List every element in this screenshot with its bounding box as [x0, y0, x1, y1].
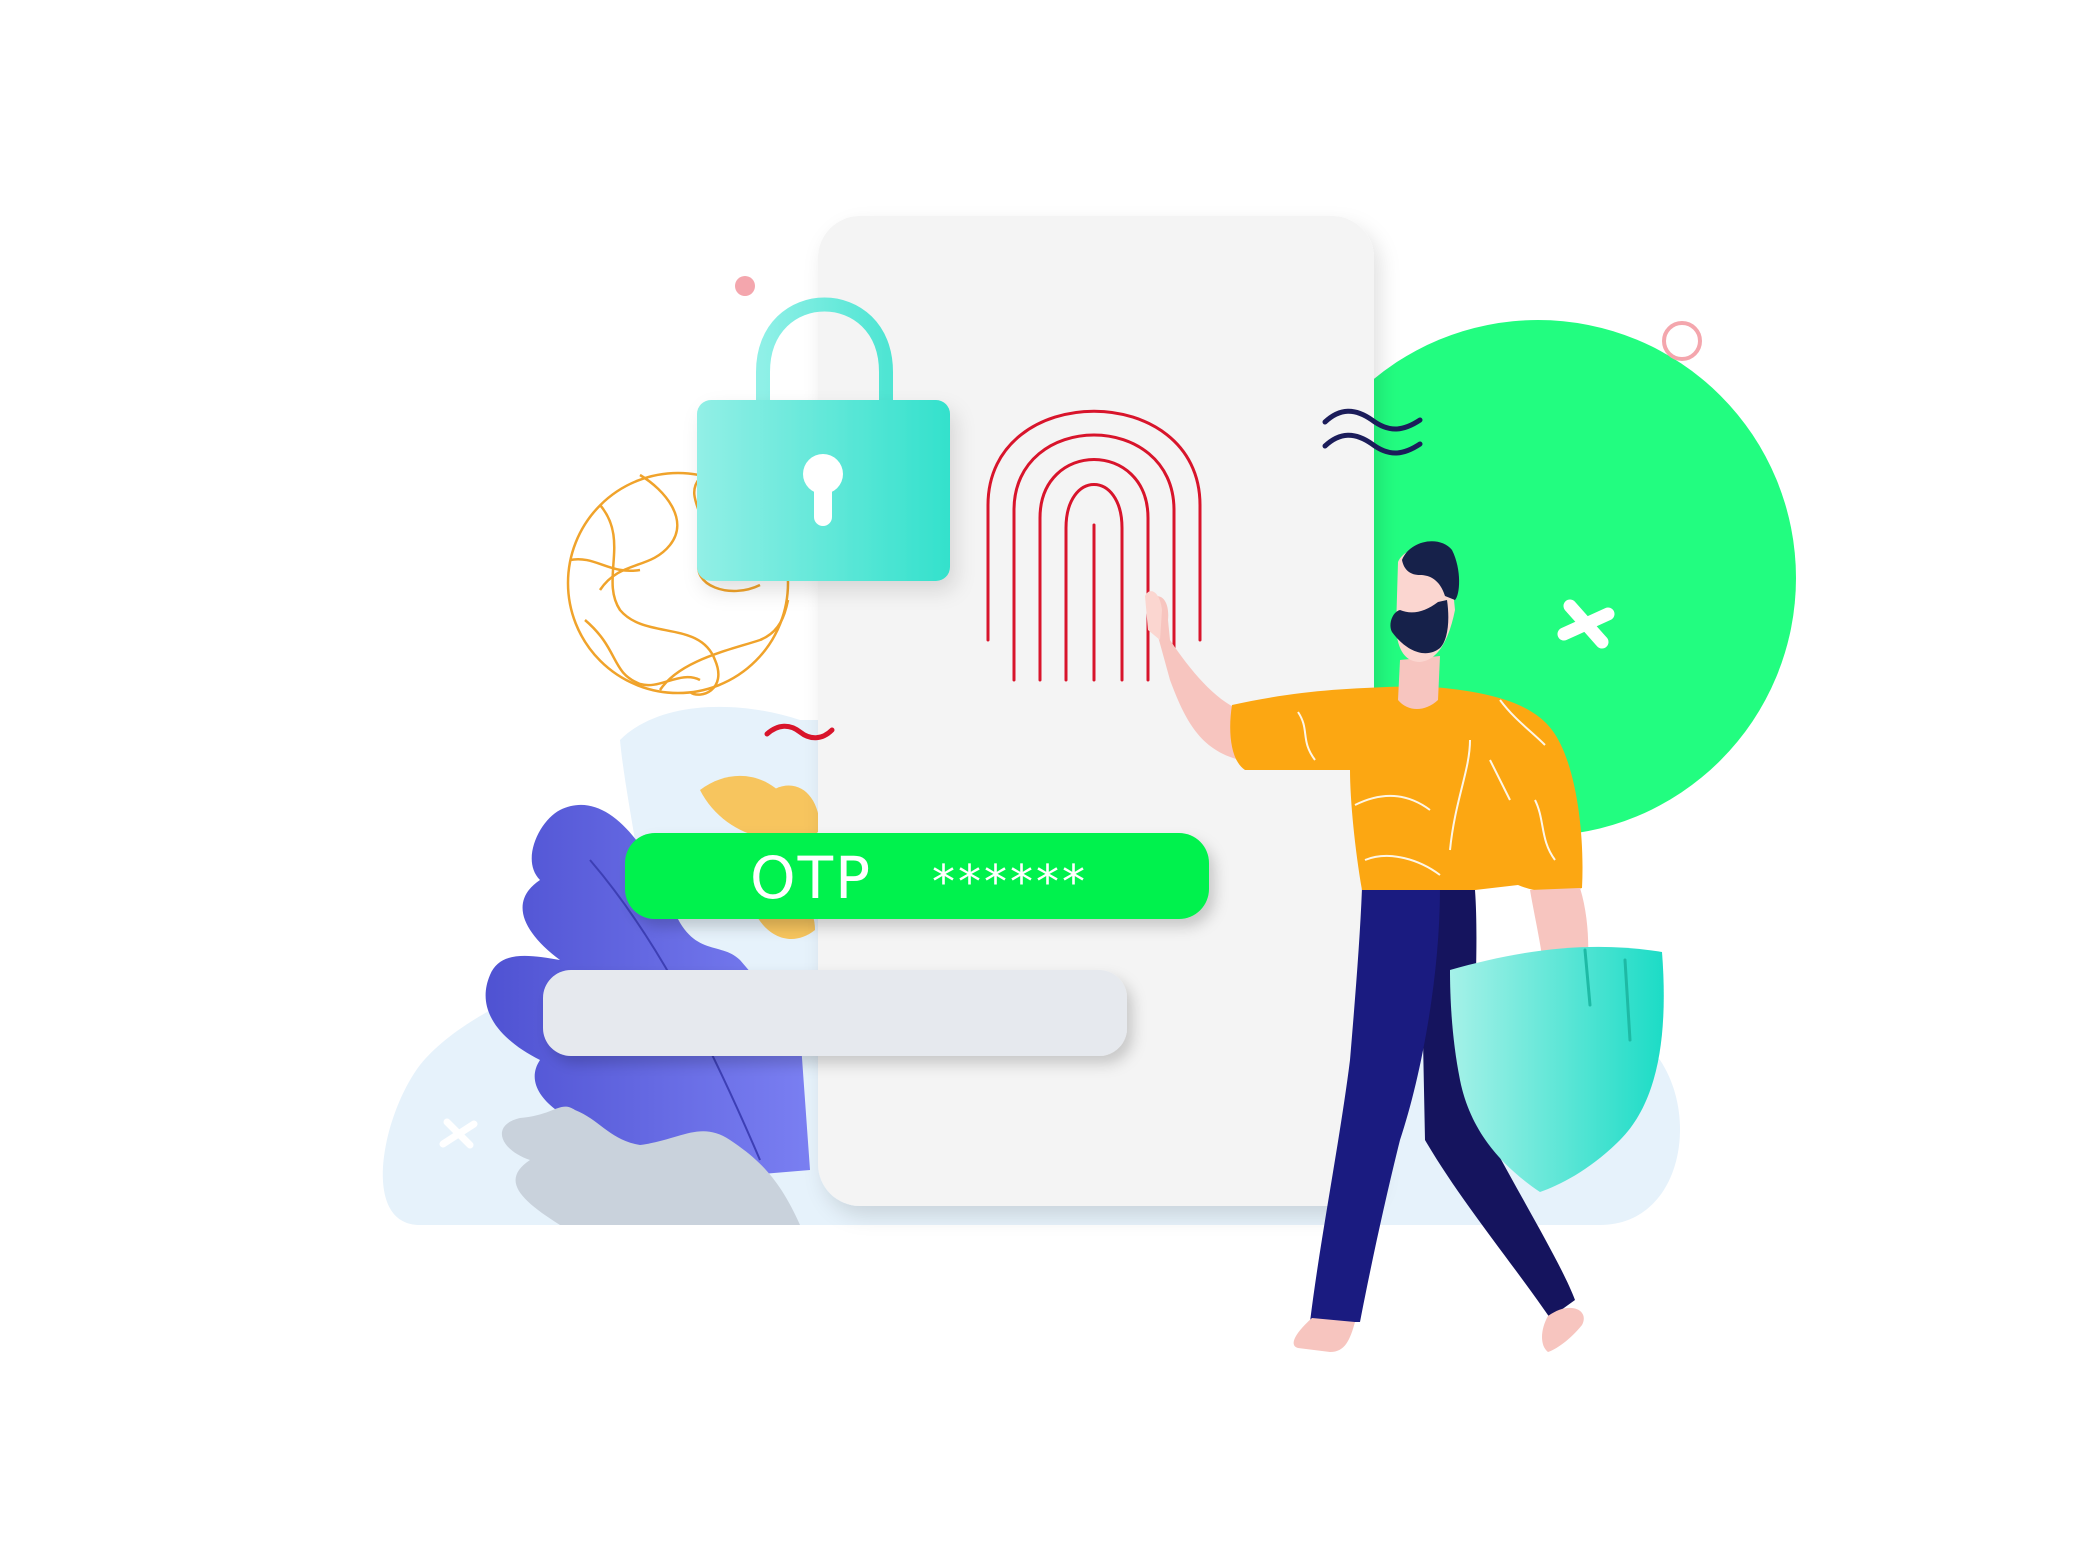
otp-masked-code: ******: [932, 855, 1088, 909]
otp-field[interactable]: OTP ******: [625, 833, 1209, 919]
otp-label: OTP: [750, 844, 872, 912]
input-bar[interactable]: [543, 970, 1127, 1056]
pink-dot: [735, 276, 755, 296]
pink-ring: [1662, 321, 1702, 361]
security-illustration: OTP ******: [382, 216, 1796, 1352]
